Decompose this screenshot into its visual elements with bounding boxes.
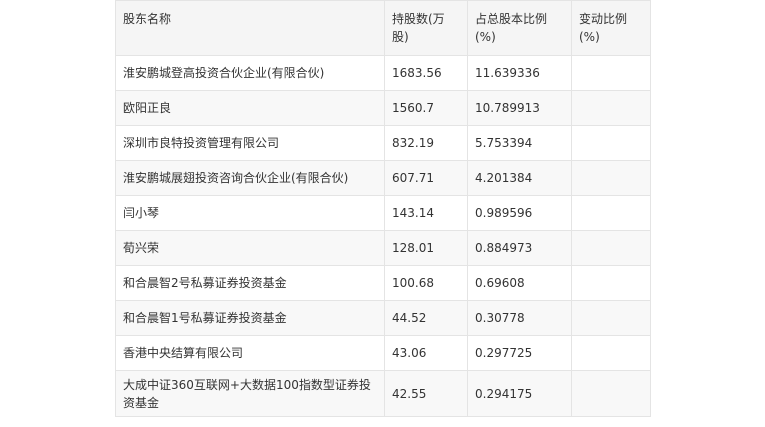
cell-ratio: 5.753394 [467,125,572,161]
cell-shares: 43.06 [384,335,468,371]
cell-name: 和合晨智1号私募证券投资基金 [115,300,385,336]
cell-name: 大成中证360互联网+大数据100指数型证券投资基金 [115,370,385,417]
header-ratio: 占总股本比例(%) [467,0,572,56]
table-row: 闫小琴 143.14 0.989596 [115,195,651,231]
shareholder-table: 股东名称 持股数(万股) 占总股本比例(%) 变动比例(%) 淮安鹏城登高投资合… [115,0,651,417]
cell-name: 闫小琴 [115,195,385,231]
cell-shares: 832.19 [384,125,468,161]
header-shareholder-name: 股东名称 [115,0,385,56]
cell-ratio: 0.294175 [467,370,572,417]
table-row: 欧阳正良 1560.7 10.789913 [115,90,651,126]
cell-change [571,300,651,336]
cell-shares: 1560.7 [384,90,468,126]
cell-name: 欧阳正良 [115,90,385,126]
cell-change [571,265,651,301]
table-row: 深圳市良特投资管理有限公司 832.19 5.753394 [115,125,651,161]
cell-shares: 607.71 [384,160,468,196]
cell-shares: 100.68 [384,265,468,301]
cell-ratio: 0.30778 [467,300,572,336]
cell-shares: 128.01 [384,230,468,266]
cell-name: 淮安鹏城登高投资合伙企业(有限合伙) [115,55,385,91]
cell-change [571,160,651,196]
cell-ratio: 0.297725 [467,335,572,371]
cell-ratio: 0.884973 [467,230,572,266]
table-row: 大成中证360互联网+大数据100指数型证券投资基金 42.55 0.29417… [115,370,651,417]
cell-change [571,125,651,161]
table-row: 淮安鹏城登高投资合伙企业(有限合伙) 1683.56 11.639336 [115,55,651,91]
table-row: 和合晨智2号私募证券投资基金 100.68 0.69608 [115,265,651,301]
table-row: 淮安鹏城展翅投资咨询合伙企业(有限合伙) 607.71 4.201384 [115,160,651,196]
cell-name: 深圳市良特投资管理有限公司 [115,125,385,161]
cell-shares: 44.52 [384,300,468,336]
cell-name: 淮安鹏城展翅投资咨询合伙企业(有限合伙) [115,160,385,196]
cell-change [571,335,651,371]
cell-ratio: 4.201384 [467,160,572,196]
table-row: 香港中央结算有限公司 43.06 0.297725 [115,335,651,371]
cell-name: 荀兴荣 [115,230,385,266]
cell-shares: 143.14 [384,195,468,231]
cell-ratio: 10.789913 [467,90,572,126]
table-row: 荀兴荣 128.01 0.884973 [115,230,651,266]
cell-change [571,90,651,126]
table-header-row: 股东名称 持股数(万股) 占总股本比例(%) 变动比例(%) [115,0,651,56]
cell-change [571,55,651,91]
cell-shares: 42.55 [384,370,468,417]
table-row: 和合晨智1号私募证券投资基金 44.52 0.30778 [115,300,651,336]
cell-ratio: 0.989596 [467,195,572,231]
cell-change [571,195,651,231]
cell-name: 和合晨智2号私募证券投资基金 [115,265,385,301]
cell-name: 香港中央结算有限公司 [115,335,385,371]
cell-change [571,230,651,266]
cell-ratio: 11.639336 [467,55,572,91]
header-shares: 持股数(万股) [384,0,468,56]
cell-shares: 1683.56 [384,55,468,91]
header-change-ratio: 变动比例(%) [571,0,651,56]
cell-change [571,370,651,417]
cell-ratio: 0.69608 [467,265,572,301]
